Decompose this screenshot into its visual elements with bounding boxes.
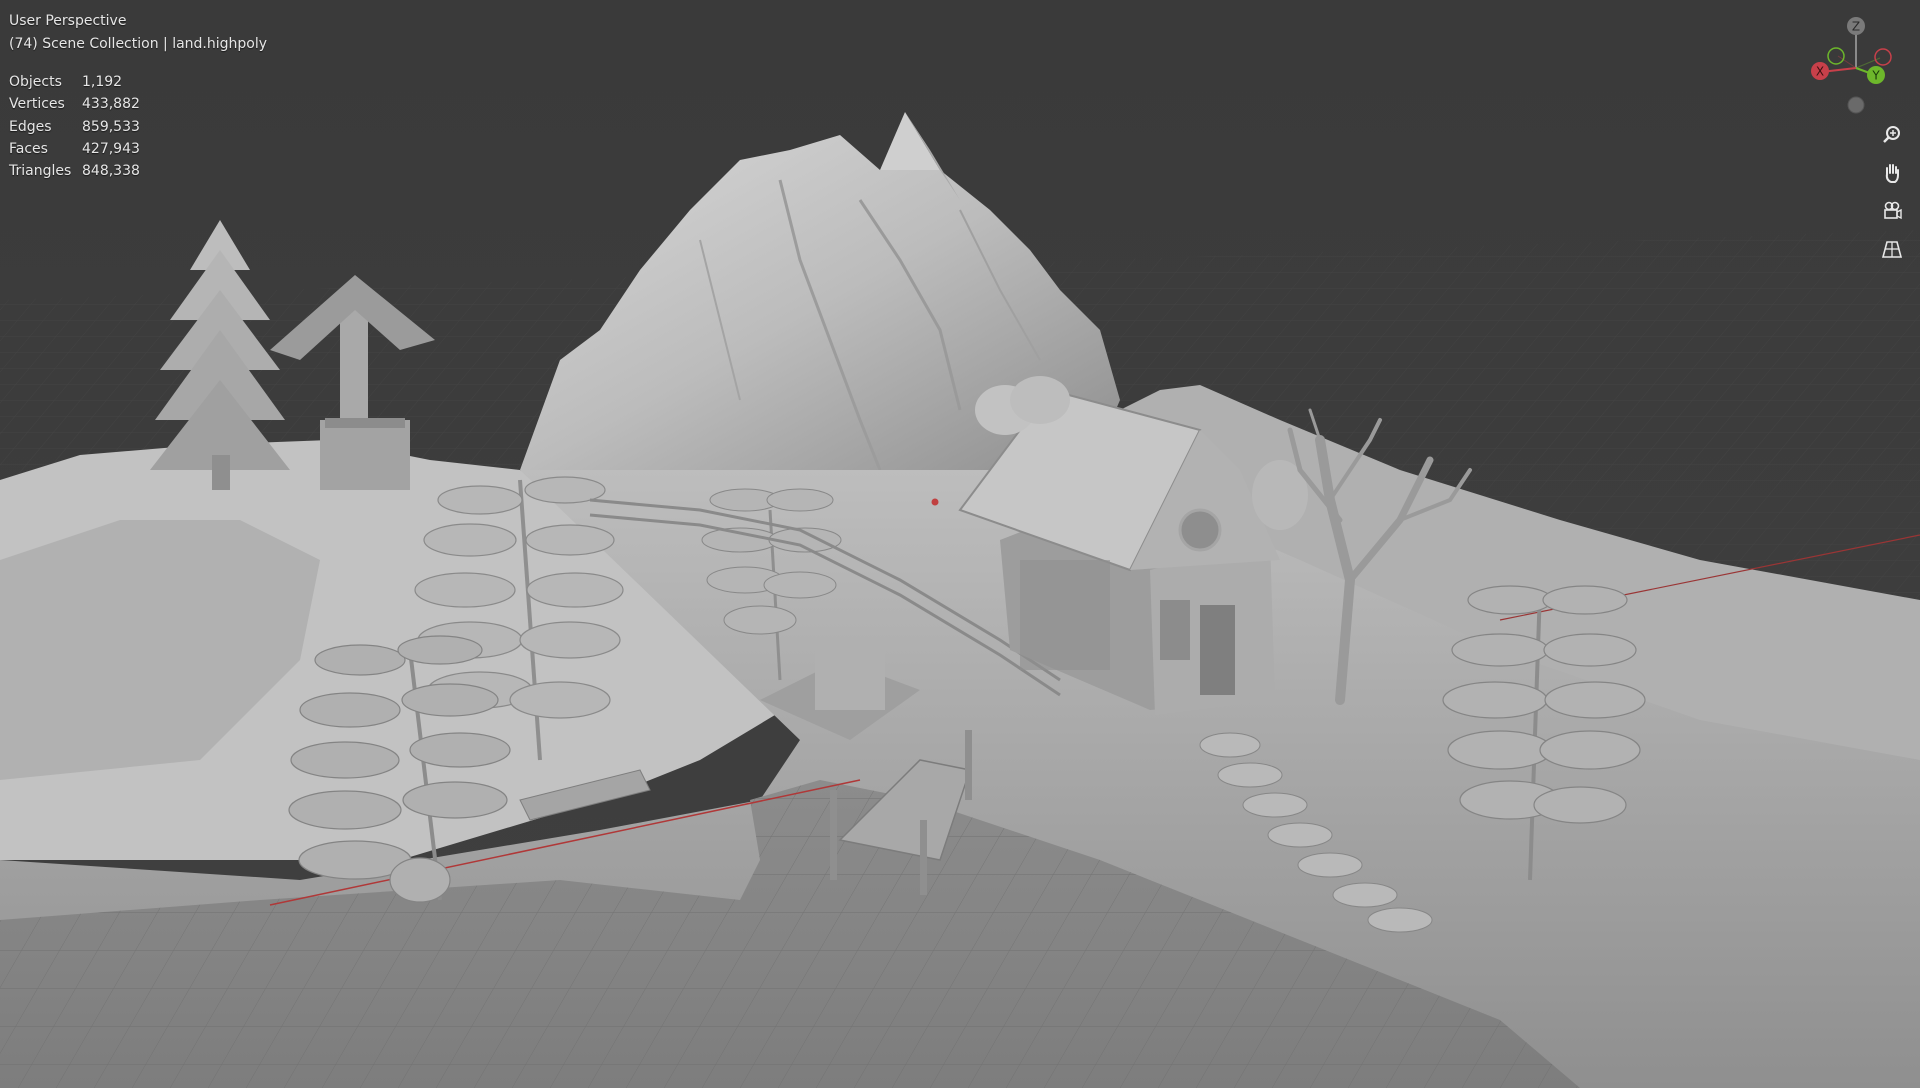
- negative-y-axis-handle[interactable]: [1827, 47, 1845, 65]
- negative-x-axis-handle[interactable]: [1874, 48, 1892, 66]
- stat-row-objects: Objects 1,192: [9, 71, 140, 93]
- stat-label: Objects: [9, 74, 62, 91]
- zoom-button[interactable]: [1875, 118, 1909, 152]
- z-axis-label: Z: [1852, 20, 1860, 34]
- pan-button[interactable]: [1875, 156, 1909, 190]
- view-name: User Perspective: [9, 13, 127, 29]
- stat-row-vertices: Vertices 433,882: [9, 93, 140, 115]
- stat-value: 848,338: [82, 163, 140, 180]
- stat-label: Vertices: [9, 96, 65, 113]
- stat-row-edges: Edges 859,533: [9, 116, 140, 138]
- zoom-icon: [1883, 126, 1900, 143]
- perspective-grid-icon: [1881, 241, 1903, 258]
- stat-label: Edges: [9, 118, 52, 135]
- pan-hand-icon: [1885, 164, 1899, 183]
- perspective-toggle-button[interactable]: [1875, 232, 1909, 266]
- axis-navigation-gizmo[interactable]: Z X Y: [1800, 10, 1900, 120]
- 3d-viewport[interactable]: [0, 0, 1920, 1088]
- stat-value: 433,882: [82, 96, 140, 113]
- stat-value: 427,943: [82, 141, 140, 158]
- stat-row-faces: Faces 427,943: [9, 138, 140, 160]
- stat-label: Faces: [9, 141, 48, 158]
- scene-statistics: Objects 1,192 Vertices 433,882 Edges 859…: [9, 71, 140, 182]
- camera-view-icon: [1884, 201, 1902, 220]
- negative-z-axis-handle[interactable]: [1847, 96, 1865, 114]
- stat-value: 859,533: [82, 118, 140, 135]
- stat-value: 1,192: [82, 74, 123, 91]
- camera-view-button[interactable]: [1875, 194, 1909, 228]
- stat-label: Triangles: [9, 163, 72, 180]
- y-axis-label: Y: [1871, 69, 1880, 83]
- scene-collection-info: (74) Scene Collection | land.highpoly: [9, 36, 268, 52]
- x-axis-label: X: [1816, 65, 1824, 79]
- stat-row-triangles: Triangles 848,338: [9, 160, 140, 182]
